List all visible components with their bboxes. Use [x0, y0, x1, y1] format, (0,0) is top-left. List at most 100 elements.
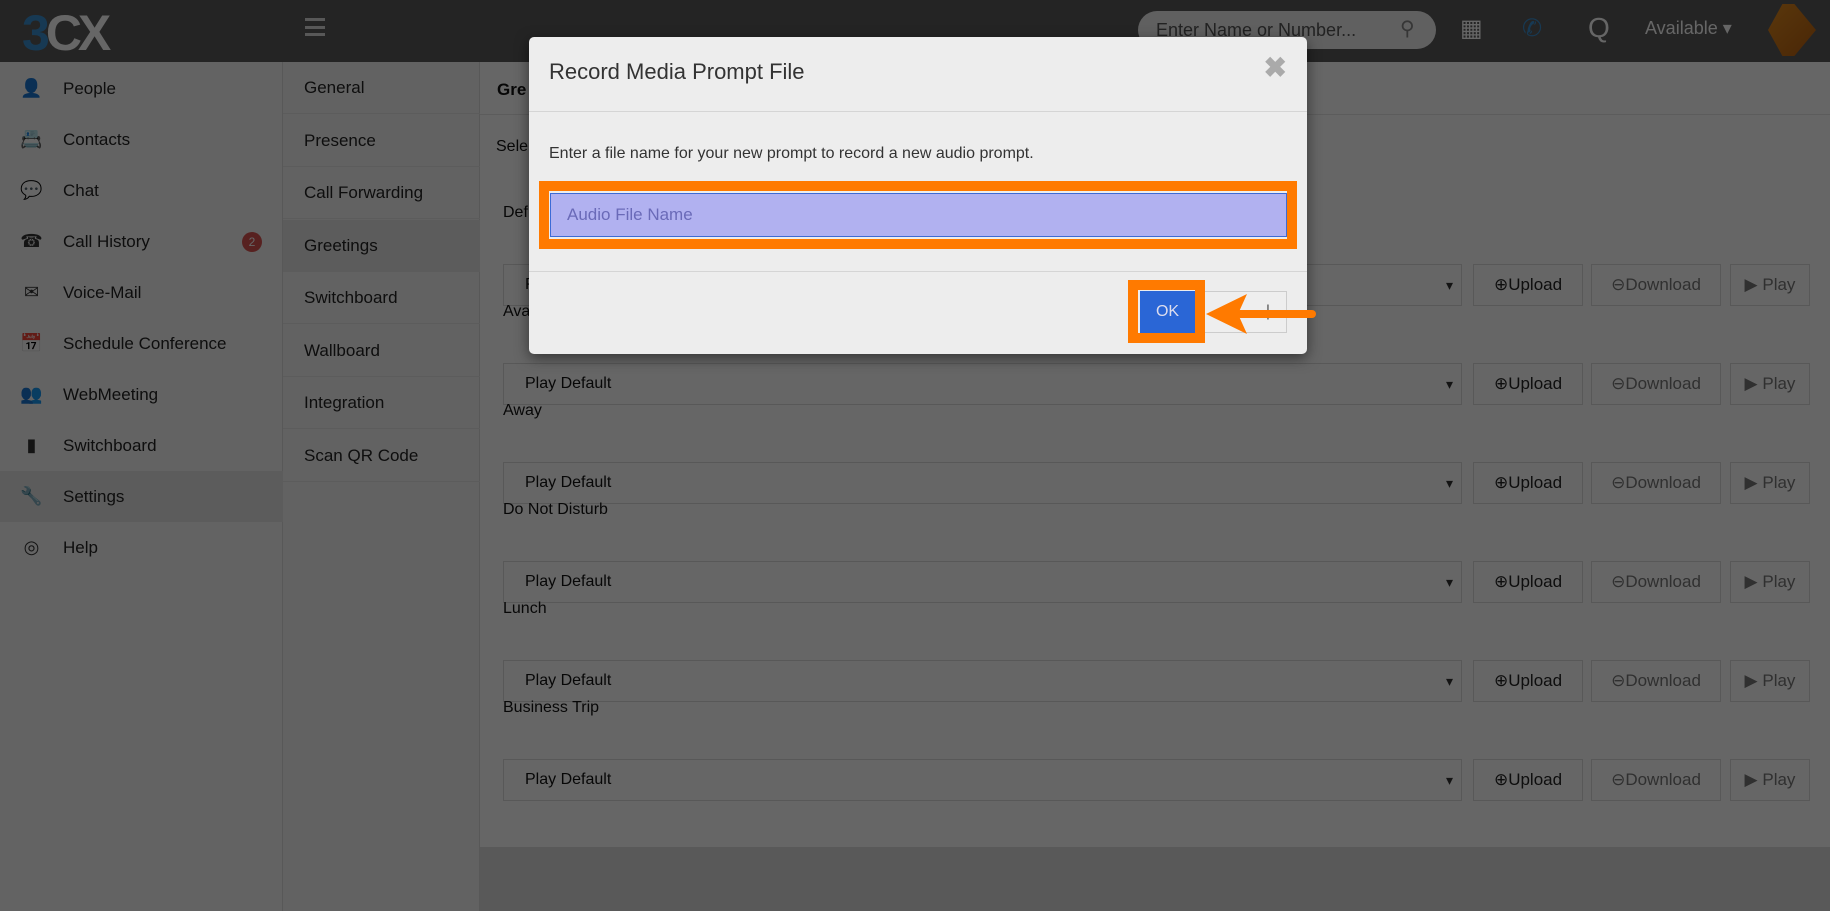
dialpad-icon[interactable]: ▦ [1460, 14, 1483, 43]
dialog-title: Record Media Prompt File [549, 59, 805, 84]
submenu-item-greetings[interactable]: Greetings [283, 219, 480, 272]
download-button[interactable]: ⊖Download [1591, 264, 1721, 306]
greeting-label: Business Trip [503, 699, 600, 716]
play-icon: ▶ [1744, 275, 1758, 294]
upload-label: Upload [1508, 374, 1563, 393]
play-label: Play [1762, 671, 1796, 690]
play-button[interactable]: ▶ Play [1730, 363, 1810, 405]
greeting-select[interactable]: Play Default [503, 462, 1462, 504]
greeting-select[interactable]: Play Default [503, 363, 1462, 405]
greeting-select[interactable]: Play Default [503, 759, 1462, 801]
play-icon: ▶ [1744, 671, 1758, 690]
sidebar-item-label: Contacts [63, 129, 131, 149]
upload-button[interactable]: ⊕Upload [1473, 264, 1583, 306]
upload-icon: ⊕ [1493, 275, 1509, 294]
play-label: Play [1762, 275, 1796, 294]
submenu-item-general[interactable]: General [283, 62, 480, 114]
download-icon: ⊖ [1611, 275, 1626, 294]
greeting-label: Ava [503, 303, 531, 320]
play-icon: ▶ [1744, 374, 1758, 393]
play-label: Play [1762, 473, 1796, 492]
nav-icon: ◎ [23, 537, 40, 557]
nav-icon: 👥 [20, 384, 43, 404]
greeting-label: Do Not Disturb [503, 501, 608, 518]
status-label: Available [1645, 18, 1718, 38]
submenu-item-call-forwarding[interactable]: Call Forwarding [283, 167, 480, 219]
select-label: Sele [496, 138, 529, 155]
download-label: Download [1625, 374, 1701, 393]
download-label: Download [1625, 572, 1701, 591]
download-button[interactable]: ⊖Download [1591, 660, 1721, 702]
sidebar-item-call-history[interactable]: ☎ Call History 2 [0, 216, 283, 267]
upload-icon: ⊕ [1493, 572, 1509, 591]
upload-button[interactable]: ⊕Upload [1473, 363, 1583, 405]
sidebar-item-label: Voice-Mail [63, 282, 142, 302]
play-icon: ▶ [1744, 473, 1758, 492]
greeting-select[interactable]: Play Default [503, 561, 1462, 603]
play-label: Play [1762, 572, 1796, 591]
download-icon: ⊖ [1611, 374, 1626, 393]
submenu-item-presence[interactable]: Presence [283, 115, 480, 167]
download-icon: ⊖ [1611, 572, 1626, 591]
download-button[interactable]: ⊖Download [1591, 759, 1721, 801]
ok-button[interactable]: OK [1140, 291, 1195, 333]
sidebar-item-label: People [63, 78, 116, 98]
sidebar-item-people[interactable]: 👤 People [0, 63, 283, 114]
audio-file-name-input[interactable] [550, 193, 1287, 237]
close-icon[interactable]: ✖ [1264, 51, 1287, 84]
play-button[interactable]: ▶ Play [1730, 462, 1810, 504]
download-button[interactable]: ⊖Download [1591, 561, 1721, 603]
status-dropdown[interactable]: Available ▾ [1645, 18, 1732, 39]
greeting-select[interactable]: Play Default [503, 660, 1462, 702]
record-prompt-dialog: Record Media Prompt File ✖ Enter a file … [529, 37, 1307, 354]
sidebar-item-label: Call History [63, 231, 150, 251]
sidebar-item-label: Settings [63, 486, 125, 506]
download-icon: ⊖ [1611, 671, 1626, 690]
play-button[interactable]: ▶ Play [1730, 660, 1810, 702]
dialog-instruction: Enter a file name for your new prompt to… [549, 145, 1034, 162]
upload-label: Upload [1508, 572, 1563, 591]
greeting-label: Def [503, 204, 528, 221]
sidebar-item-schedule-conference[interactable]: 📅 Schedule Conference [0, 318, 283, 369]
sidebar-item-switchboard[interactable]: ▮ Switchboard [0, 420, 283, 471]
sidebar-item-settings[interactable]: 🔧 Settings [0, 471, 283, 522]
sidebar: 👤 People 📇 Contacts 💬 Chat ☎ Call History 2 ✉ Voic… [0, 62, 283, 911]
upload-icon: ⊕ [1493, 473, 1509, 492]
play-icon: ▶ [1744, 572, 1758, 591]
upload-icon: ⊕ [1493, 671, 1509, 690]
menu-toggle-icon[interactable] [305, 18, 325, 36]
phone-icon[interactable]: ✆ [1522, 14, 1542, 43]
submenu-item-switchboard[interactable]: Switchboard [283, 272, 480, 324]
download-button[interactable]: ⊖Download [1591, 363, 1721, 405]
annotation-arrow [1206, 294, 1316, 334]
upload-label: Upload [1508, 770, 1563, 789]
download-label: Download [1625, 473, 1701, 492]
sidebar-item-help[interactable]: ◎ Help [0, 522, 283, 573]
upload-button[interactable]: ⊕Upload [1473, 561, 1583, 603]
sidebar-item-label: Chat [63, 180, 99, 200]
search-icon[interactable]: ⚲ [1400, 16, 1415, 41]
submenu-item-wallboard[interactable]: Wallboard [283, 325, 480, 377]
sidebar-item-label: Switchboard [63, 435, 157, 455]
submenu-item-scan-qr-code[interactable]: Scan QR Code [283, 430, 480, 482]
upload-button[interactable]: ⊕Upload [1473, 660, 1583, 702]
nav-icon: 📇 [20, 129, 43, 149]
divider [529, 111, 1307, 112]
play-button[interactable]: ▶ Play [1730, 759, 1810, 801]
download-label: Download [1625, 671, 1701, 690]
greeting-label: Away [503, 402, 542, 419]
sidebar-item-voice-mail[interactable]: ✉ Voice-Mail [0, 267, 283, 318]
upload-button[interactable]: ⊕Upload [1473, 759, 1583, 801]
upload-button[interactable]: ⊕Upload [1473, 462, 1583, 504]
play-button[interactable]: ▶ Play [1730, 561, 1810, 603]
greeting-label: Lunch [503, 600, 547, 617]
download-button[interactable]: ⊖Download [1591, 462, 1721, 504]
sidebar-item-label: Schedule Conference [63, 333, 227, 353]
submenu-item-integration[interactable]: Integration [283, 377, 480, 429]
play-button[interactable]: ▶ Play [1730, 264, 1810, 306]
queue-icon[interactable]: Q [1588, 12, 1610, 44]
sidebar-item-webmeeting[interactable]: 👥 WebMeeting [0, 369, 283, 420]
sidebar-item-chat[interactable]: 💬 Chat [0, 165, 283, 216]
sidebar-item-contacts[interactable]: 📇 Contacts [0, 114, 283, 165]
brand-logo [1768, 4, 1816, 56]
